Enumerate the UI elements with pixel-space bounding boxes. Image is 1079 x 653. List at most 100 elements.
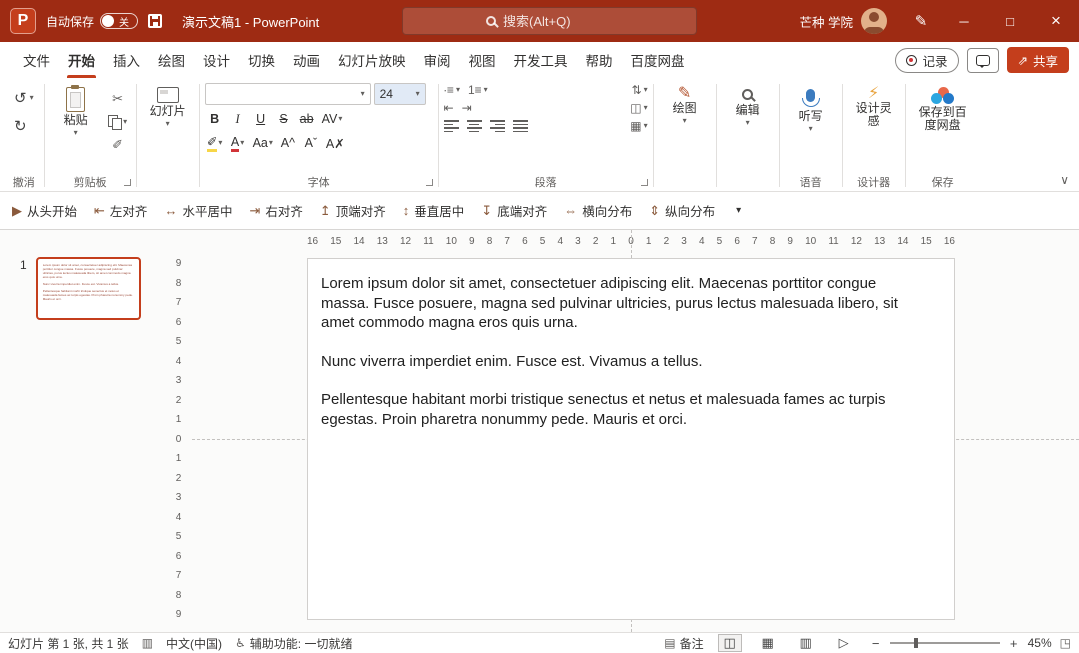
columns-button[interactable]: ◫ ▾ xyxy=(630,101,647,115)
ribbon-tab[interactable]: 绘图 xyxy=(149,42,194,78)
search-box[interactable] xyxy=(402,7,697,35)
clear-formatting-button[interactable]: A✗ xyxy=(324,133,347,153)
language-indicator[interactable]: 中文(中国) xyxy=(166,635,222,652)
autosave-toggle[interactable]: 关 xyxy=(100,13,138,29)
minimize-button[interactable]: ─ xyxy=(941,0,987,42)
chevron-down-icon: ▾ xyxy=(361,90,365,98)
new-slide-button[interactable]: 幻灯片 ▾ xyxy=(142,83,194,128)
copy-button[interactable]: ▾ xyxy=(105,112,131,131)
strikethrough-button[interactable]: S xyxy=(274,109,294,129)
ribbon-tab[interactable]: 审阅 xyxy=(415,42,460,78)
autosave-control[interactable]: 自动保存 关 xyxy=(46,13,138,30)
dialog-launcher-icon[interactable] xyxy=(641,179,648,186)
accessibility-status[interactable]: ♿ 辅助功能: 一切就绪 xyxy=(235,635,352,652)
quickbar-item[interactable]: ▶ 从头开始 xyxy=(12,201,77,220)
ribbon-tab[interactable]: 幻灯片放映 xyxy=(329,42,415,78)
redo-button[interactable]: ↻ xyxy=(9,115,39,137)
undo-button[interactable]: ↺ ▾ xyxy=(9,87,39,109)
align-right-button[interactable] xyxy=(490,120,505,132)
collapse-ribbon-button[interactable]: ∨ xyxy=(1060,173,1069,187)
slide-text-box[interactable]: Lorem ipsum dolor sit amet, consectetuer… xyxy=(321,274,925,429)
quickbar-item[interactable]: ⇥ 右对齐 xyxy=(249,201,302,220)
slide-editing-surface[interactable]: Lorem ipsum dolor sit amet, consectetuer… xyxy=(307,258,955,620)
proofing-icon[interactable]: ▥ xyxy=(142,636,153,650)
font-size-combo[interactable]: 24 ▾ xyxy=(374,83,426,105)
quickbar-item[interactable]: ⇤ 左对齐 xyxy=(94,201,147,220)
change-case-button[interactable]: Aa ▾ xyxy=(251,133,275,153)
zoom-slider-thumb[interactable] xyxy=(914,638,918,648)
save-to-baidu-button[interactable]: 保存到百度网盘 xyxy=(911,83,975,132)
cut-button[interactable]: ✂ xyxy=(105,89,131,108)
slideshow-button[interactable]: ▷ xyxy=(832,634,856,652)
slide-sorter-view-button[interactable]: ▦ xyxy=(756,634,780,652)
dialog-launcher-icon[interactable] xyxy=(124,179,131,186)
dictate-button[interactable]: 听写 ▾ xyxy=(785,83,837,133)
ribbon-tab[interactable]: 动画 xyxy=(284,42,329,78)
notes-button[interactable]: ▤ 备注 xyxy=(664,635,703,652)
save-button[interactable] xyxy=(138,0,172,42)
close-button[interactable]: × xyxy=(1033,0,1079,42)
ribbon-tab[interactable]: 设计 xyxy=(194,42,239,78)
normal-view-button[interactable]: ◫ xyxy=(718,634,742,652)
reading-view-button[interactable]: ▥ xyxy=(794,634,818,652)
design-ideas-button[interactable]: ⚡ 设计灵感 xyxy=(848,83,900,128)
ruler-number: 12 xyxy=(400,236,411,247)
bullets-button[interactable]: ∙≡ ▾ xyxy=(444,83,460,97)
ink-pen-button[interactable]: ✎ xyxy=(901,0,941,42)
ribbon: ↺ ▾ ↻ 撤消 粘贴 ▾ ✂ ▾ xyxy=(0,78,1079,192)
ribbon-tab[interactable]: 切换 xyxy=(239,42,284,78)
font-name-combo[interactable]: ▾ xyxy=(205,83,371,105)
zoom-slider[interactable] xyxy=(890,642,1000,644)
line-spacing-button[interactable]: ⇅ ▾ xyxy=(632,83,648,97)
quickbar-item[interactable]: ⇔ 横向分布 xyxy=(564,201,632,220)
quickbar-item[interactable]: ↔ 水平居中 xyxy=(164,201,232,220)
notes-label: 备注 xyxy=(680,635,704,652)
ribbon-tab[interactable]: 文件 xyxy=(14,42,59,78)
fit-to-window-icon[interactable]: ◳ xyxy=(1060,636,1071,650)
quickbar-item[interactable]: ↧ 底端对齐 xyxy=(481,201,547,220)
zoom-in-button[interactable]: + xyxy=(1008,636,1020,651)
underline-button[interactable]: U xyxy=(251,109,271,129)
italic-button[interactable]: I xyxy=(228,109,248,129)
character-spacing-button[interactable]: AV ▾ xyxy=(320,109,345,129)
quickbar-item[interactable]: ⇕ 纵向分布 xyxy=(649,201,715,220)
numbering-button[interactable]: 1≡ ▾ xyxy=(468,83,488,97)
increase-indent-button[interactable]: ⇥ xyxy=(462,101,472,115)
bold-button[interactable]: B xyxy=(205,109,225,129)
quickbar-overflow-button[interactable]: ▾ xyxy=(736,205,741,216)
ribbon-tab[interactable]: 百度网盘 xyxy=(622,42,694,78)
ribbon-tab[interactable]: 帮助 xyxy=(577,42,622,78)
quick-access-toolbar: ▶ 从头开始 ⇤ 左对齐 ↔ 水平居中 ⇥ 右对齐 ↥ 顶端对齐 ↕ 垂直居中 … xyxy=(0,192,1079,230)
quickbar-item[interactable]: ↥ 顶端对齐 xyxy=(320,201,386,220)
record-button[interactable]: 记录 xyxy=(895,48,958,73)
decrease-indent-button[interactable]: ⇤ xyxy=(444,101,454,115)
dialog-launcher-icon[interactable] xyxy=(426,179,433,186)
shrink-font-button[interactable]: Aˇ xyxy=(301,133,321,153)
convert-to-smartart-button[interactable]: ▦ ▾ xyxy=(630,119,647,133)
slide-thumbnail[interactable]: Lorem ipsum dolor sit amet, consectetuer… xyxy=(36,257,141,320)
font-color-button[interactable]: A ▾ xyxy=(228,133,248,153)
grow-font-button[interactable]: A^ xyxy=(278,133,298,153)
highlight-color-button[interactable]: ✐ ▾ xyxy=(205,133,225,153)
ribbon-tab[interactable]: 视图 xyxy=(460,42,505,78)
draw-button[interactable]: ✎ 绘图 ▾ xyxy=(659,83,711,125)
quickbar-item[interactable]: ↕ 垂直居中 xyxy=(403,201,465,220)
paste-button[interactable]: 粘贴 ▾ xyxy=(50,83,102,137)
ribbon-tab[interactable]: 开发工具 xyxy=(505,42,577,78)
align-center-button[interactable] xyxy=(467,120,482,132)
align-left-button[interactable] xyxy=(444,120,459,132)
powerpoint-logo-icon[interactable]: P xyxy=(10,8,36,34)
justify-button[interactable] xyxy=(513,120,528,132)
maximize-button[interactable]: □ xyxy=(987,0,1033,42)
ribbon-tab[interactable]: 开始 xyxy=(59,42,104,78)
search-input[interactable] xyxy=(503,14,613,29)
editing-button[interactable]: 编辑 ▾ xyxy=(722,83,774,127)
ribbon-tab[interactable]: 插入 xyxy=(104,42,149,78)
text-shadow-button[interactable]: ab xyxy=(297,109,317,129)
zoom-out-button[interactable]: − xyxy=(870,636,882,651)
share-button[interactable]: ⇗ 共享 xyxy=(1007,47,1070,73)
comments-button[interactable] xyxy=(967,48,999,73)
account-button[interactable]: 芒种 学院 xyxy=(800,8,887,34)
zoom-level[interactable]: 45% xyxy=(1028,636,1052,650)
format-painter-button[interactable]: ✐ xyxy=(105,135,131,154)
